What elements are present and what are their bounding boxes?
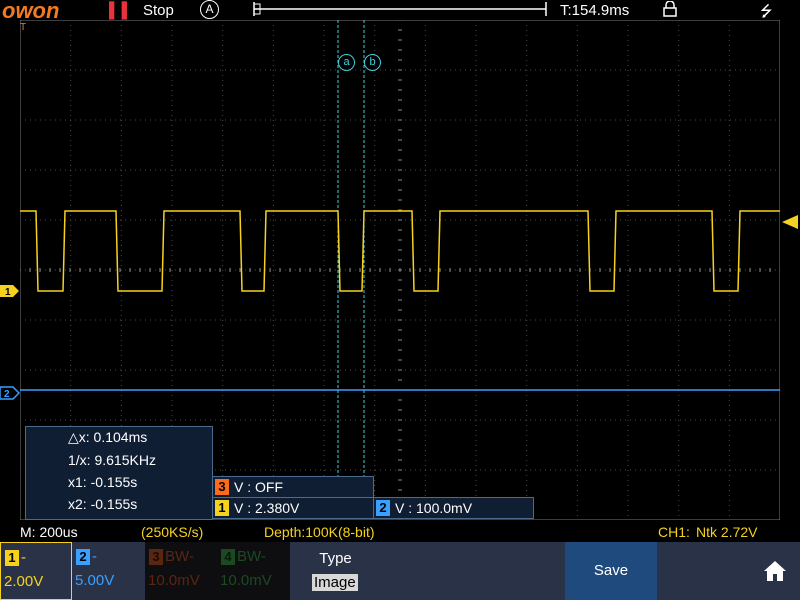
trigger-info: Ntk 2.72V xyxy=(696,524,758,540)
ch4-coupling: BW- xyxy=(237,548,266,565)
acquisition-status-bar: M: 200us (250KS/s) Depth:100K(8-bit) CH1… xyxy=(0,524,800,542)
ch3-voltage-text: V : OFF xyxy=(234,479,283,495)
trigger-time: T:154.9ms xyxy=(560,2,630,19)
inverse-x-readout: 1/x: 9.615KHz xyxy=(68,452,156,468)
ch2-offset-marker[interactable]: 2 xyxy=(0,386,20,400)
ch3-voltage-readout: 3 V : OFF xyxy=(212,476,374,498)
ch1-scale: 2.00V xyxy=(4,573,44,590)
ch3-scale: 10.0mV xyxy=(148,572,200,589)
ch2-marker-label: 2 xyxy=(4,389,10,400)
memory-timeline[interactable] xyxy=(252,1,548,17)
ch2-softkey-tag: 2 xyxy=(76,549,90,565)
ch1-offset-marker[interactable]: 1 xyxy=(0,284,20,298)
type-label: Type xyxy=(319,550,352,567)
type-softkey[interactable]: Type Image xyxy=(290,542,382,600)
empty-softkey-3[interactable] xyxy=(657,542,750,600)
run-state: Stop xyxy=(143,2,174,19)
ch3-tag: 3 xyxy=(215,479,229,495)
home-softkey[interactable] xyxy=(749,542,800,600)
pause-icon: ▌▌ xyxy=(109,2,135,19)
timebase: M: 200us xyxy=(20,524,78,540)
home-icon xyxy=(764,561,786,581)
ch1-softkey-tag: 1 xyxy=(5,550,19,566)
delta-x-readout: △x: 0.104ms xyxy=(68,429,148,445)
bottom-softkey-bar: 1- 2.00V 2- 5.00V 3 BW- 10.0mV 4 BW- 10.0m… xyxy=(0,542,800,600)
sample-rate: (250KS/s) xyxy=(141,524,204,540)
ch2-voltage-text: V : 100.0mV xyxy=(395,500,473,516)
memory-depth: Depth:100K(8-bit) xyxy=(264,524,375,540)
ch3-softkey[interactable]: 3 BW- 10.0mV xyxy=(145,542,218,600)
ch1-softkey[interactable]: 1- 2.00V xyxy=(0,542,72,600)
trigger-level-marker[interactable] xyxy=(782,214,800,230)
ch2-voltage-readout: 2 V : 100.0mV xyxy=(373,497,534,519)
lock-icon xyxy=(663,1,677,17)
x2-readout: x2: -0.155s xyxy=(68,496,138,512)
ch1-marker-label: 1 xyxy=(5,287,11,298)
ch3-coupling: BW- xyxy=(165,548,194,565)
ch2-tag: 2 xyxy=(376,500,390,516)
empty-softkey-2[interactable] xyxy=(473,542,566,600)
trigger-position-marker[interactable]: T xyxy=(20,22,26,33)
save-softkey[interactable]: Save xyxy=(565,542,658,600)
ch2-softkey[interactable]: 2- 5.00V xyxy=(72,542,146,600)
ch2-coupling: - xyxy=(92,548,97,565)
ch4-softkey-tag: 4 xyxy=(221,549,235,565)
ch3-softkey-tag: 3 xyxy=(149,549,163,565)
ch4-scale: 10.0mV xyxy=(220,572,272,589)
cursor-b-label[interactable]: b xyxy=(364,54,381,71)
ch1-tag: 1 xyxy=(215,500,229,516)
type-value: Image xyxy=(312,574,358,591)
x1-readout: x1: -0.155s xyxy=(68,474,138,490)
ch1-voltage-text: V : 2.380V xyxy=(234,500,300,516)
empty-softkey-1[interactable] xyxy=(381,542,474,600)
ch1-coupling: - xyxy=(21,549,26,566)
trigger-source: CH1: xyxy=(658,524,690,540)
ch2-scale: 5.00V xyxy=(75,572,115,589)
cursor-a-label[interactable]: a xyxy=(338,54,355,71)
ch1-voltage-readout: 1 V : 2.380V xyxy=(212,497,374,519)
trigger-mode-badge: A xyxy=(200,0,219,19)
ch4-softkey[interactable]: 4 BW- 10.0mV xyxy=(217,542,291,600)
top-status-bar: owon ▌▌ Stop A T:154.9ms ⭍ xyxy=(0,0,800,23)
cursor-measurement-panel: △x: 0.104ms 1/x: 9.615KHz x1: -0.155s x2… xyxy=(25,426,213,520)
save-label: Save xyxy=(593,562,629,579)
